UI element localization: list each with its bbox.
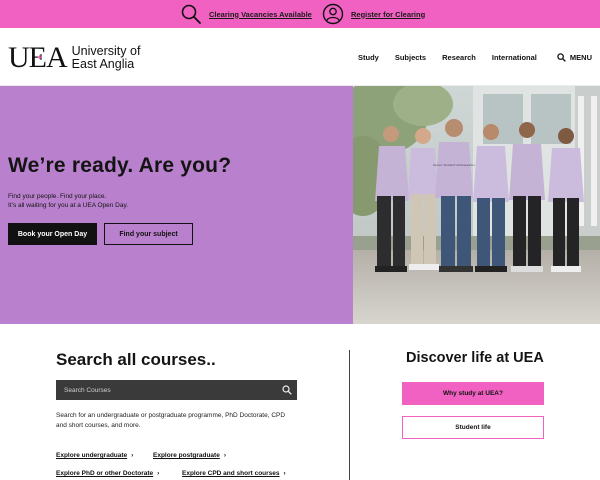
logo-line-1: University of: [71, 44, 141, 58]
why-study-button[interactable]: Why study at UEA?: [402, 382, 544, 405]
explore-cpd-link[interactable]: Explore CPD and short courses ›: [182, 470, 286, 477]
chevron-right-icon: ›: [131, 452, 134, 459]
search-title: Search all courses..: [56, 350, 216, 369]
explore-postgraduate-label: Explore postgraduate: [153, 452, 220, 459]
find-subject-button[interactable]: Find your subject: [104, 223, 193, 245]
register-clearing-link[interactable]: Register for Clearing: [322, 2, 425, 26]
hero-subtitle: Find your people. Find your place. It’s …: [8, 192, 128, 210]
hero-photo: Senior Student Ambassador: [353, 86, 600, 324]
explore-postgraduate-link[interactable]: Explore postgraduate ›: [153, 452, 226, 459]
explore-phd-link[interactable]: Explore PhD or other Doctorate ›: [56, 470, 159, 477]
logo-star-icon: ✦: [36, 53, 43, 62]
nav-study[interactable]: Study: [358, 53, 379, 62]
user-icon: [322, 3, 344, 25]
search-description: Search for an undergraduate or postgradu…: [56, 412, 286, 429]
clearing-vacancies-link[interactable]: Clearing Vacancies Available: [180, 2, 312, 26]
discover-title: Discover life at UEA: [406, 350, 544, 366]
top-utility-bar: Clearing Vacancies Available Register fo…: [0, 0, 600, 28]
main-nav: Study Subjects Research International ME…: [358, 28, 600, 86]
student-life-button[interactable]: Student life: [402, 416, 544, 439]
course-search-box: [56, 380, 297, 400]
book-open-day-button[interactable]: Book your Open Day: [8, 223, 97, 245]
hoodie-print: Senior Student Ambassador: [433, 163, 476, 167]
explore-undergraduate-label: Explore undergraduate: [56, 452, 128, 459]
uea-logo[interactable]: UEA ✦ University of East Anglia: [8, 43, 140, 73]
nav-research[interactable]: Research: [442, 53, 476, 62]
nav-subjects[interactable]: Subjects: [395, 53, 426, 62]
hero-title: We’re ready. Are you?: [8, 154, 232, 177]
logo-line-2: East Anglia: [71, 57, 135, 71]
clearing-vacancies-label: Clearing Vacancies Available: [209, 9, 312, 19]
explore-cpd-label: Explore CPD and short courses: [182, 470, 280, 477]
explore-phd-label: Explore PhD or other Doctorate: [56, 470, 154, 477]
course-search-input[interactable]: [64, 386, 274, 394]
hero-banner: We’re ready. Are you? Find your people. …: [0, 86, 600, 324]
search-icon[interactable]: [282, 385, 292, 395]
register-clearing-label: Register for Clearing: [351, 9, 426, 19]
nav-international[interactable]: International: [492, 53, 537, 62]
section-divider: [349, 350, 350, 480]
menu-label: MENU: [569, 52, 592, 62]
search-icon: [181, 4, 201, 24]
chevron-right-icon: ›: [223, 452, 226, 459]
chevron-right-icon: ›: [157, 470, 160, 477]
explore-undergraduate-link[interactable]: Explore undergraduate ›: [56, 452, 133, 459]
search-icon: [557, 52, 566, 62]
site-header: UEA ✦ University of East Anglia Study Sub…: [0, 28, 600, 86]
hero-panel: We’re ready. Are you? Find your people. …: [0, 86, 353, 324]
menu-button[interactable]: MENU: [557, 53, 592, 62]
chevron-right-icon: ›: [283, 470, 286, 477]
logo-name: University of East Anglia: [72, 45, 141, 71]
logo-mark: UEA ✦: [8, 41, 68, 74]
hero-subtitle-line-1: Find your people. Find your place.: [8, 193, 107, 200]
hero-subtitle-line-2: It’s all waiting for you at a UEA Open D…: [8, 202, 129, 209]
student-ambassadors-image: Senior Student Ambassador: [353, 86, 600, 324]
